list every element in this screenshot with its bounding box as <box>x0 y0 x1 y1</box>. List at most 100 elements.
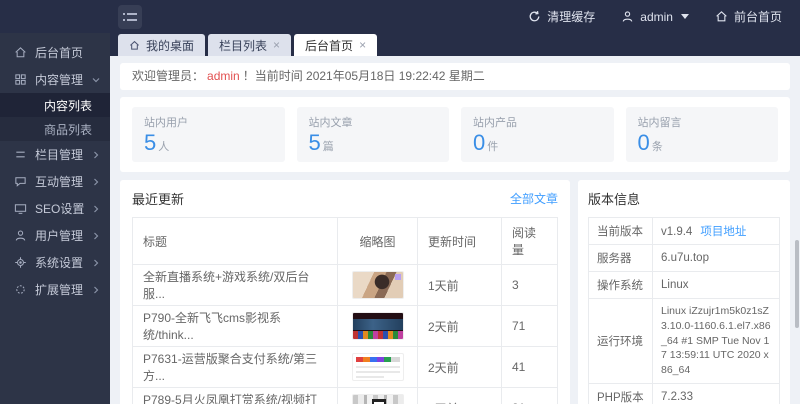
chevron-down-icon <box>681 14 689 19</box>
sidebar-item-content[interactable]: 内容管理 <box>0 66 110 93</box>
tab-dashboard[interactable]: 后台首页 × <box>294 34 377 56</box>
col-reads: 阅读量 <box>502 218 558 265</box>
chevron-right-icon <box>92 259 100 267</box>
list-icon <box>14 148 27 161</box>
stat-unit: 件 <box>487 141 498 153</box>
version-label: 当前版本 <box>589 218 653 245</box>
sidebar-item-label: 扩展管理 <box>35 281 92 298</box>
sidebar-item-label: 栏目管理 <box>35 146 92 163</box>
stat-card-articles: 站内文章 5篇 <box>297 107 450 162</box>
chevron-right-icon <box>92 151 100 159</box>
thumbnail-image <box>352 312 404 340</box>
version-info-table: 当前版本 v1.9.4 项目地址 服务器 6.u7u.top 操作系统 Linux <box>588 217 780 404</box>
version-value: v1.9.4 <box>661 226 692 238</box>
chevron-right-icon <box>92 205 100 213</box>
article-title[interactable]: 全新直播系统+游戏系统/双后台服... <box>133 265 338 306</box>
version-value: 7.2.33 <box>653 383 780 404</box>
scrollbar-thumb[interactable] <box>795 240 799 328</box>
article-reads: 71 <box>502 306 558 347</box>
thumbnail-image <box>352 271 404 299</box>
recent-updates-table: 标题 缩略图 更新时间 阅读量 全新直播系统+游戏系统/双后台服... 1天前 <box>132 217 558 404</box>
welcome-prefix: 欢迎管理员： <box>132 69 204 83</box>
sidebar-item-label: 系统设置 <box>35 254 92 271</box>
sidebar-item-extensions[interactable]: 扩展管理 <box>0 276 110 303</box>
clear-cache-button[interactable]: 清理缓存 <box>528 8 595 25</box>
sidebar-item-label: 内容管理 <box>35 71 92 88</box>
stat-label: 站内产品 <box>473 114 602 130</box>
stat-card-messages: 站内留言 0条 <box>626 107 779 162</box>
sidebar-item-dashboard[interactable]: 后台首页 <box>0 39 110 66</box>
article-title[interactable]: P7631-运营版聚合支付系统/第三方... <box>133 347 338 388</box>
article-time: 1天前 <box>418 265 502 306</box>
col-thumbnail: 缩略图 <box>338 218 418 265</box>
sidebar-item-label: 互动管理 <box>35 173 92 190</box>
stat-value: 5篇 <box>309 130 438 156</box>
stat-value: 0件 <box>473 130 602 156</box>
col-title: 标题 <box>133 218 338 265</box>
table-row[interactable]: P790-全新飞飞cms影视系统/think... 2天前 71 <box>133 306 558 347</box>
monitor-icon <box>14 202 27 215</box>
table-row[interactable]: P7631-运营版聚合支付系统/第三方... 2天前 41 <box>133 347 558 388</box>
sidebar-item-columns[interactable]: 栏目管理 <box>0 141 110 168</box>
version-label: PHP版本 <box>589 383 653 404</box>
version-label: 操作系统 <box>589 272 653 299</box>
version-value: Linux iZzujr1m5k0z1sZ 3.10.0-1160.6.1.el… <box>653 299 780 383</box>
sidebar-submenu: 内容列表 商品列表 <box>0 93 110 141</box>
tab-label: 我的桌面 <box>146 37 194 54</box>
thumbnail-image <box>352 394 404 404</box>
user-icon <box>621 10 634 23</box>
grid-icon <box>14 73 27 86</box>
front-home-button[interactable]: 前台首页 <box>715 8 782 25</box>
sidebar: 后台首页 内容管理 内容列表 商品列表 栏目管理 互动管理 SEO <box>0 33 110 404</box>
chevron-right-icon <box>92 286 100 294</box>
version-row: PHP版本 7.2.33 <box>589 383 780 404</box>
close-icon[interactable]: × <box>273 39 280 51</box>
version-row: 操作系统 Linux <box>589 272 780 299</box>
article-title[interactable]: P789-5月火凤凰打赏系统/视频打赏... <box>133 388 338 404</box>
topbar-actions: 清理缓存 admin 前台首页 <box>528 8 800 25</box>
article-reads: 3 <box>502 265 558 306</box>
sidebar-item-product-list[interactable]: 商品列表 <box>0 117 110 141</box>
sidebar-item-users[interactable]: 用户管理 <box>0 222 110 249</box>
stat-unit: 人 <box>158 141 169 153</box>
article-time: 2天前 <box>418 388 502 404</box>
recent-updates-title: 最近更新 <box>132 189 184 208</box>
home-icon <box>129 40 140 51</box>
close-icon[interactable]: × <box>359 39 366 51</box>
stat-value: 5人 <box>144 130 273 156</box>
stat-card-products: 站内产品 0件 <box>461 107 614 162</box>
all-articles-link[interactable]: 全部文章 <box>510 190 558 207</box>
article-time: 2天前 <box>418 347 502 388</box>
article-reads: 41 <box>502 347 558 388</box>
sidebar-item-label: 用户管理 <box>35 227 92 244</box>
sidebar-item-settings[interactable]: 系统设置 <box>0 249 110 276</box>
home-icon <box>715 10 728 23</box>
sidebar-item-label: 内容列表 <box>44 97 100 114</box>
home-icon <box>14 46 27 59</box>
table-row[interactable]: 全新直播系统+游戏系统/双后台服... 1天前 3 <box>133 265 558 306</box>
stat-label: 站内留言 <box>638 114 767 130</box>
menu-toggle-icon[interactable] <box>118 5 142 29</box>
version-row: 服务器 6.u7u.top <box>589 245 780 272</box>
welcome-time: ！当前时间 2021年05月18日 19:22:42 星期二 <box>243 69 485 83</box>
sidebar-item-seo[interactable]: SEO设置 <box>0 195 110 222</box>
front-home-label: 前台首页 <box>734 8 782 25</box>
tab-my-desktop[interactable]: 我的桌面 <box>118 34 205 56</box>
stat-unit: 篇 <box>323 141 334 153</box>
article-title[interactable]: P790-全新飞飞cms影视系统/think... <box>133 306 338 347</box>
refresh-icon <box>528 10 541 23</box>
topbar: 清理缓存 admin 前台首页 <box>0 0 800 33</box>
version-value: Linux <box>653 272 780 299</box>
col-updated: 更新时间 <box>418 218 502 265</box>
project-link[interactable]: 项目地址 <box>700 226 746 238</box>
chevron-right-icon <box>92 178 100 186</box>
sidebar-item-label: SEO设置 <box>35 200 92 217</box>
tab-label: 后台首页 <box>305 37 353 54</box>
user-menu[interactable]: admin <box>621 10 689 24</box>
tab-column-list[interactable]: 栏目列表 × <box>208 34 291 56</box>
table-row[interactable]: P789-5月火凤凰打赏系统/视频打赏... 2天前 81 <box>133 388 558 404</box>
sidebar-item-content-list[interactable]: 内容列表 <box>0 93 110 117</box>
version-row: 当前版本 v1.9.4 项目地址 <box>589 218 780 245</box>
sidebar-item-interaction[interactable]: 互动管理 <box>0 168 110 195</box>
tab-bar: 我的桌面 栏目列表 × 后台首页 × <box>110 33 800 56</box>
